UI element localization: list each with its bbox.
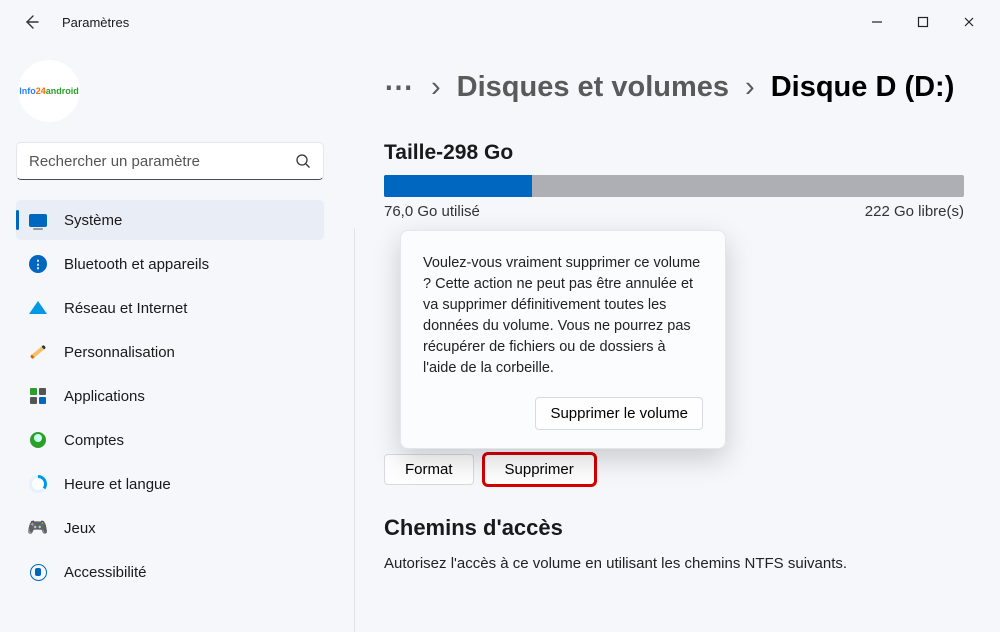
chevron-right-icon: › [431,71,441,104]
sidebar-item-label: Comptes [64,432,124,449]
time-icon [28,474,48,494]
breadcrumb-current: Disque D (D:) [771,71,955,104]
accessibility-icon [28,562,48,582]
dialog-message: Voulez-vous vraiment supprimer ce volume… [423,253,703,379]
storage-usage-fill [384,175,532,197]
sidebar-item-personalization[interactable]: Personnalisation [16,332,324,372]
storage-used-label: 76,0 Go utilisé [384,203,480,220]
delete-volume-dialog: Voulez-vous vraiment supprimer ce volume… [400,230,726,449]
storage-free-label: 222 Go libre(s) [865,203,964,220]
accounts-icon [28,430,48,450]
sidebar-item-time-language[interactable]: Heure et langue [16,464,324,504]
back-button[interactable] [22,13,40,31]
sidebar-item-label: Réseau et Internet [64,300,187,317]
sidebar-item-label: Jeux [64,520,96,537]
delete-button[interactable]: Supprimer [484,454,595,485]
bluetooth-icon: ⋮ [28,254,48,274]
breadcrumb-disks-volumes[interactable]: Disques et volumes [457,71,729,104]
user-avatar[interactable]: Info24android [18,60,80,122]
sidebar-item-label: Heure et langue [64,476,171,493]
confirm-delete-volume-button[interactable]: Supprimer le volume [535,397,703,430]
volume-size-title: Taille-298 Go [384,141,968,165]
storage-usage-bar [384,175,964,197]
search-input[interactable]: Rechercher un paramètre [16,142,324,180]
breadcrumb-overflow[interactable]: ⋯ [384,70,415,105]
close-button[interactable] [946,6,992,38]
sidebar-item-accessibility[interactable]: Accessibilité [16,552,324,592]
personalization-icon [28,342,48,362]
sidebar-item-label: Accessibilité [64,564,147,581]
paths-heading: Chemins d'accès [384,515,968,541]
gaming-icon: 🎮 [28,518,48,538]
avatar-text: android [46,86,79,96]
sidebar-item-gaming[interactable]: 🎮 Jeux [16,508,324,548]
sidebar-item-accounts[interactable]: Comptes [16,420,324,460]
paths-description: Autorisez l'accès à ce volume en utilisa… [384,555,968,572]
chevron-right-icon: › [745,71,755,104]
maximize-button[interactable] [900,6,946,38]
sidebar-item-network[interactable]: Réseau et Internet [16,288,324,328]
sidebar-item-label: Système [64,212,122,229]
applications-icon [28,386,48,406]
window-title: Paramètres [62,15,129,30]
avatar-text: Info [19,86,36,96]
sidebar-item-label: Applications [64,388,145,405]
sidebar-item-bluetooth[interactable]: ⋮ Bluetooth et appareils [16,244,324,284]
search-icon [295,153,311,169]
avatar-text: 24 [36,86,46,96]
system-icon [28,210,48,230]
search-placeholder: Rechercher un paramètre [29,153,295,170]
network-icon [28,298,48,318]
format-button[interactable]: Format [384,454,474,485]
sidebar-item-label: Bluetooth et appareils [64,256,209,273]
sidebar-item-applications[interactable]: Applications [16,376,324,416]
minimize-button[interactable] [854,6,900,38]
sidebar-item-system[interactable]: Système [16,200,324,240]
breadcrumb: ⋯ › Disques et volumes › Disque D (D:) [384,70,968,105]
sidebar-item-label: Personnalisation [64,344,175,361]
